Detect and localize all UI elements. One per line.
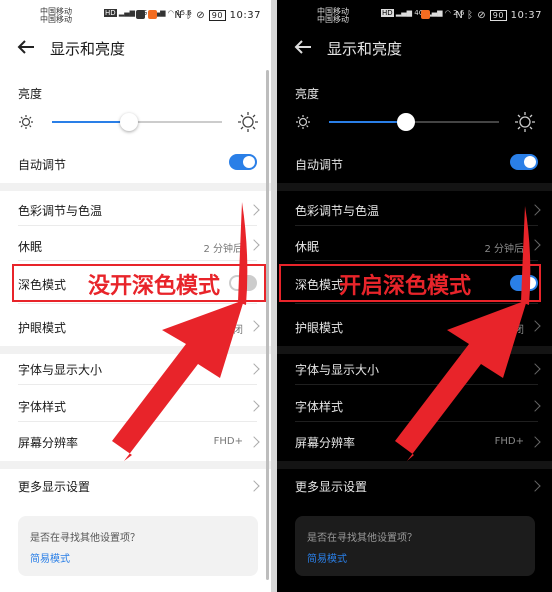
light-mode-screen: 中国移动 中国移动 HD ▂▄▆ 4G ▂▄▆ ◠ 15.6 N ᛒ ⊘ 90 … (0, 0, 271, 592)
annotation-arrow-icon (395, 206, 531, 461)
dark-mode-screen: 中国移动 中国移动 HD ▂▄▆ 4G ▂▄▆ ◠ 2.6 N ᛒ ⊘ 90 1… (277, 0, 552, 592)
annotation-arrow-icon (112, 202, 248, 461)
